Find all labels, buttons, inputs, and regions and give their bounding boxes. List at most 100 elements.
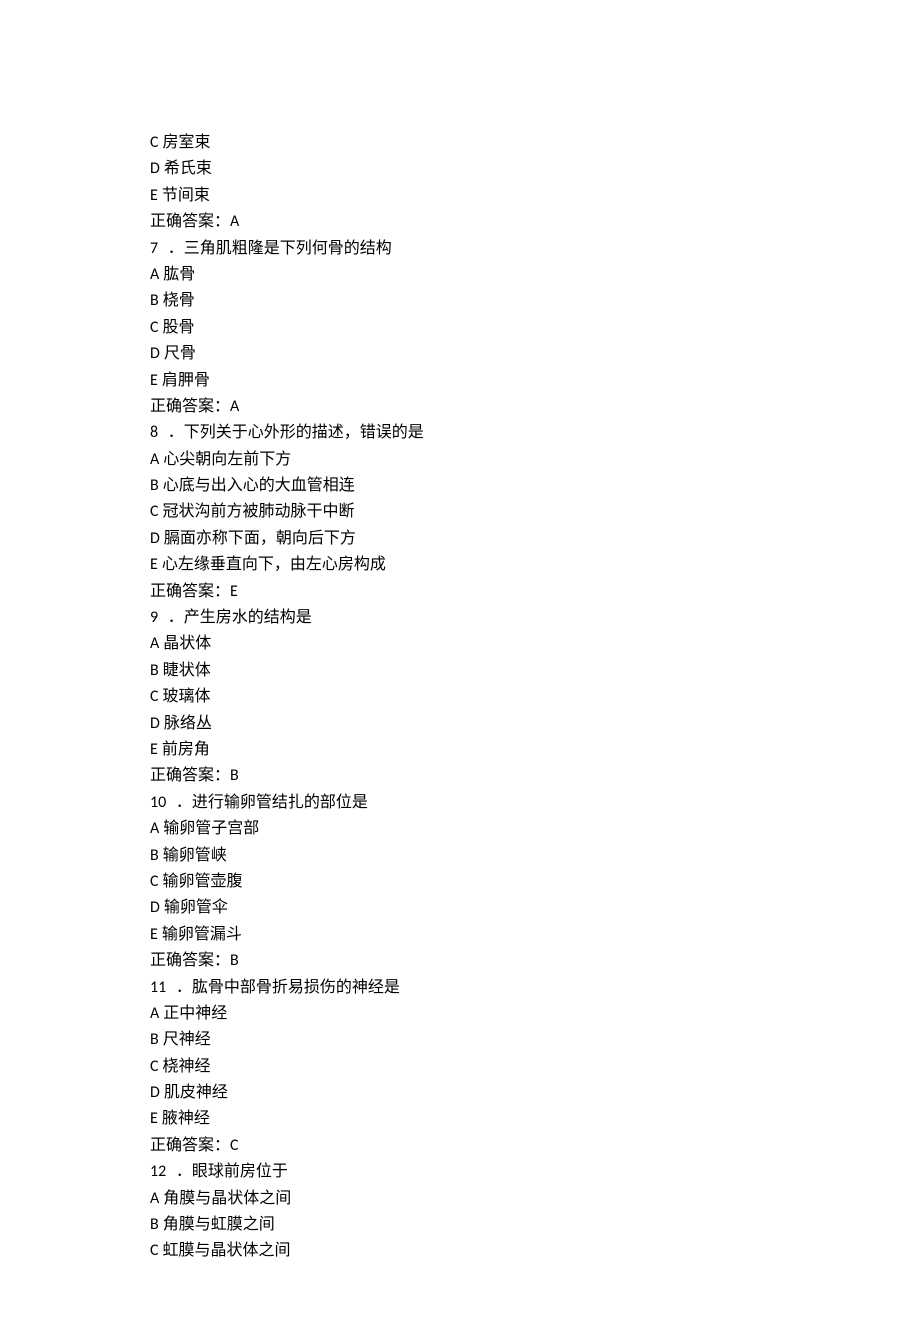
question-number: 7 — [150, 239, 158, 258]
option-label: B — [150, 476, 159, 495]
option-label: A — [150, 1004, 159, 1023]
question-number: 12 — [150, 1162, 166, 1181]
option-label: C — [150, 133, 159, 152]
answer-prefix: 正确答案： — [150, 583, 230, 600]
question-option: B 桡骨 — [150, 288, 770, 314]
option-text: 房室束 — [163, 134, 211, 151]
question-stem: 11．肱骨中部骨折易损伤的神经是 — [150, 975, 770, 1001]
question-option: D 尺骨 — [150, 341, 770, 367]
option-text: 输卵管壶腹 — [163, 873, 243, 890]
option-text: 冠状沟前方被肺动脉干中断 — [163, 503, 355, 520]
answer-prefix: 正确答案： — [150, 1137, 230, 1154]
option-label: A — [150, 450, 159, 469]
question-option: C 桡神经 — [150, 1054, 770, 1080]
option-text: 尺骨 — [164, 345, 196, 362]
option-label: D — [150, 159, 160, 178]
option-label: E — [150, 186, 158, 205]
option-label: B — [150, 291, 159, 310]
option-text: 肱骨 — [163, 266, 195, 283]
option-label: A — [150, 1189, 159, 1208]
question-option: E 前房角 — [150, 737, 770, 763]
answer-prefix: 正确答案： — [150, 213, 230, 230]
question-text: ．进行输卵管结扎的部位是 — [176, 794, 368, 811]
option-text: 心尖朝向左前下方 — [163, 451, 291, 468]
document-page: C 房室束D 希氏束E 节间束正确答案：A 7．三角肌粗隆是下列何骨的结构A 肱… — [0, 0, 920, 1325]
question-stem: 10．进行输卵管结扎的部位是 — [150, 790, 770, 816]
question-option: D 脉络丛 — [150, 711, 770, 737]
option-label: E — [150, 925, 158, 944]
option-text: 前房角 — [162, 741, 210, 758]
question-option: C 虹膜与晶状体之间 — [150, 1238, 770, 1264]
option-label: A — [150, 819, 159, 838]
question-option: E 肩胛骨 — [150, 368, 770, 394]
option-text: 输卵管峡 — [163, 847, 227, 864]
question-text: ．产生房水的结构是 — [168, 609, 312, 626]
question-option: A 心尖朝向左前下方 — [150, 447, 770, 473]
option-text: 股骨 — [163, 319, 195, 336]
question-option: A 角膜与晶状体之间 — [150, 1186, 770, 1212]
answer-letter: B — [230, 766, 239, 785]
question-text: ．三角肌粗隆是下列何骨的结构 — [168, 240, 392, 257]
option-text: 尺神经 — [163, 1031, 211, 1048]
question-option: B 心底与出入心的大血管相连 — [150, 473, 770, 499]
question-option: B 尺神经 — [150, 1027, 770, 1053]
option-text: 心底与出入心的大血管相连 — [163, 477, 355, 494]
answer-line: 正确答案：A — [150, 209, 770, 235]
option-text: 输卵管漏斗 — [162, 926, 242, 943]
option-text: 玻璃体 — [163, 688, 211, 705]
option-text: 输卵管子宫部 — [163, 820, 259, 837]
option-text: 虹膜与晶状体之间 — [163, 1242, 291, 1259]
question-option: C 冠状沟前方被肺动脉干中断 — [150, 499, 770, 525]
answer-letter: A — [230, 212, 239, 231]
option-text: 角膜与虹膜之间 — [163, 1216, 275, 1233]
option-label: A — [150, 265, 159, 284]
question-text: ．肱骨中部骨折易损伤的神经是 — [176, 979, 400, 996]
question-option: A 肱骨 — [150, 262, 770, 288]
answer-prefix: 正确答案： — [150, 767, 230, 784]
question-text: ．下列关于心外形的描述，错误的是 — [168, 424, 424, 441]
option-label: C — [150, 872, 159, 891]
question-option: D 输卵管伞 — [150, 895, 770, 921]
option-label: D — [150, 898, 160, 917]
answer-letter: B — [230, 951, 239, 970]
option-label: B — [150, 661, 159, 680]
question-number: 9 — [150, 608, 158, 627]
option-text: 桡骨 — [163, 292, 195, 309]
option-label: E — [150, 1109, 158, 1128]
option-label: C — [150, 1057, 159, 1076]
option-label: E — [150, 371, 158, 390]
answer-line: 正确答案：B — [150, 948, 770, 974]
option-text: 桡神经 — [163, 1058, 211, 1075]
option-text: 睫状体 — [163, 662, 211, 679]
answer-letter: E — [230, 582, 238, 601]
question-option: A 输卵管子宫部 — [150, 816, 770, 842]
option-label: D — [150, 714, 160, 733]
option-text: 脉络丛 — [164, 715, 212, 732]
option-text: 输卵管伞 — [164, 899, 228, 916]
question-option: A 正中神经 — [150, 1001, 770, 1027]
option-label: E — [150, 555, 158, 574]
option-label: E — [150, 740, 158, 759]
option-label: C — [150, 687, 159, 706]
question-option: C 输卵管壶腹 — [150, 869, 770, 895]
option-text: 心左缘垂直向下，由左心房构成 — [162, 556, 386, 573]
option-label: C — [150, 502, 159, 521]
question-option: E 心左缘垂直向下，由左心房构成 — [150, 552, 770, 578]
option-text: 肌皮神经 — [164, 1084, 228, 1101]
answer-letter: C — [230, 1136, 239, 1155]
option-label: C — [150, 318, 159, 337]
question-option: E 输卵管漏斗 — [150, 922, 770, 948]
option-text: 膈面亦称下面，朝向后下方 — [164, 530, 356, 547]
option-text: 腋神经 — [162, 1110, 210, 1127]
orphan-options: C 房室束 D 希氏束 E 节间束正确答案：A — [150, 130, 770, 236]
questions-container: 7．三角肌粗隆是下列何骨的结构A 肱骨B 桡骨C 股骨D 尺骨E 肩胛骨正确答案… — [150, 236, 770, 1265]
answer-line: 正确答案：C — [150, 1133, 770, 1159]
option-label: A — [150, 634, 159, 653]
option-text: 节间束 — [162, 187, 210, 204]
option-label: B — [150, 1215, 159, 1234]
question-option: B 输卵管峡 — [150, 843, 770, 869]
orphan-option: D 希氏束 — [150, 156, 770, 182]
question-option: B 角膜与虹膜之间 — [150, 1212, 770, 1238]
question-option: A 晶状体 — [150, 631, 770, 657]
answer-letter: A — [230, 397, 239, 416]
